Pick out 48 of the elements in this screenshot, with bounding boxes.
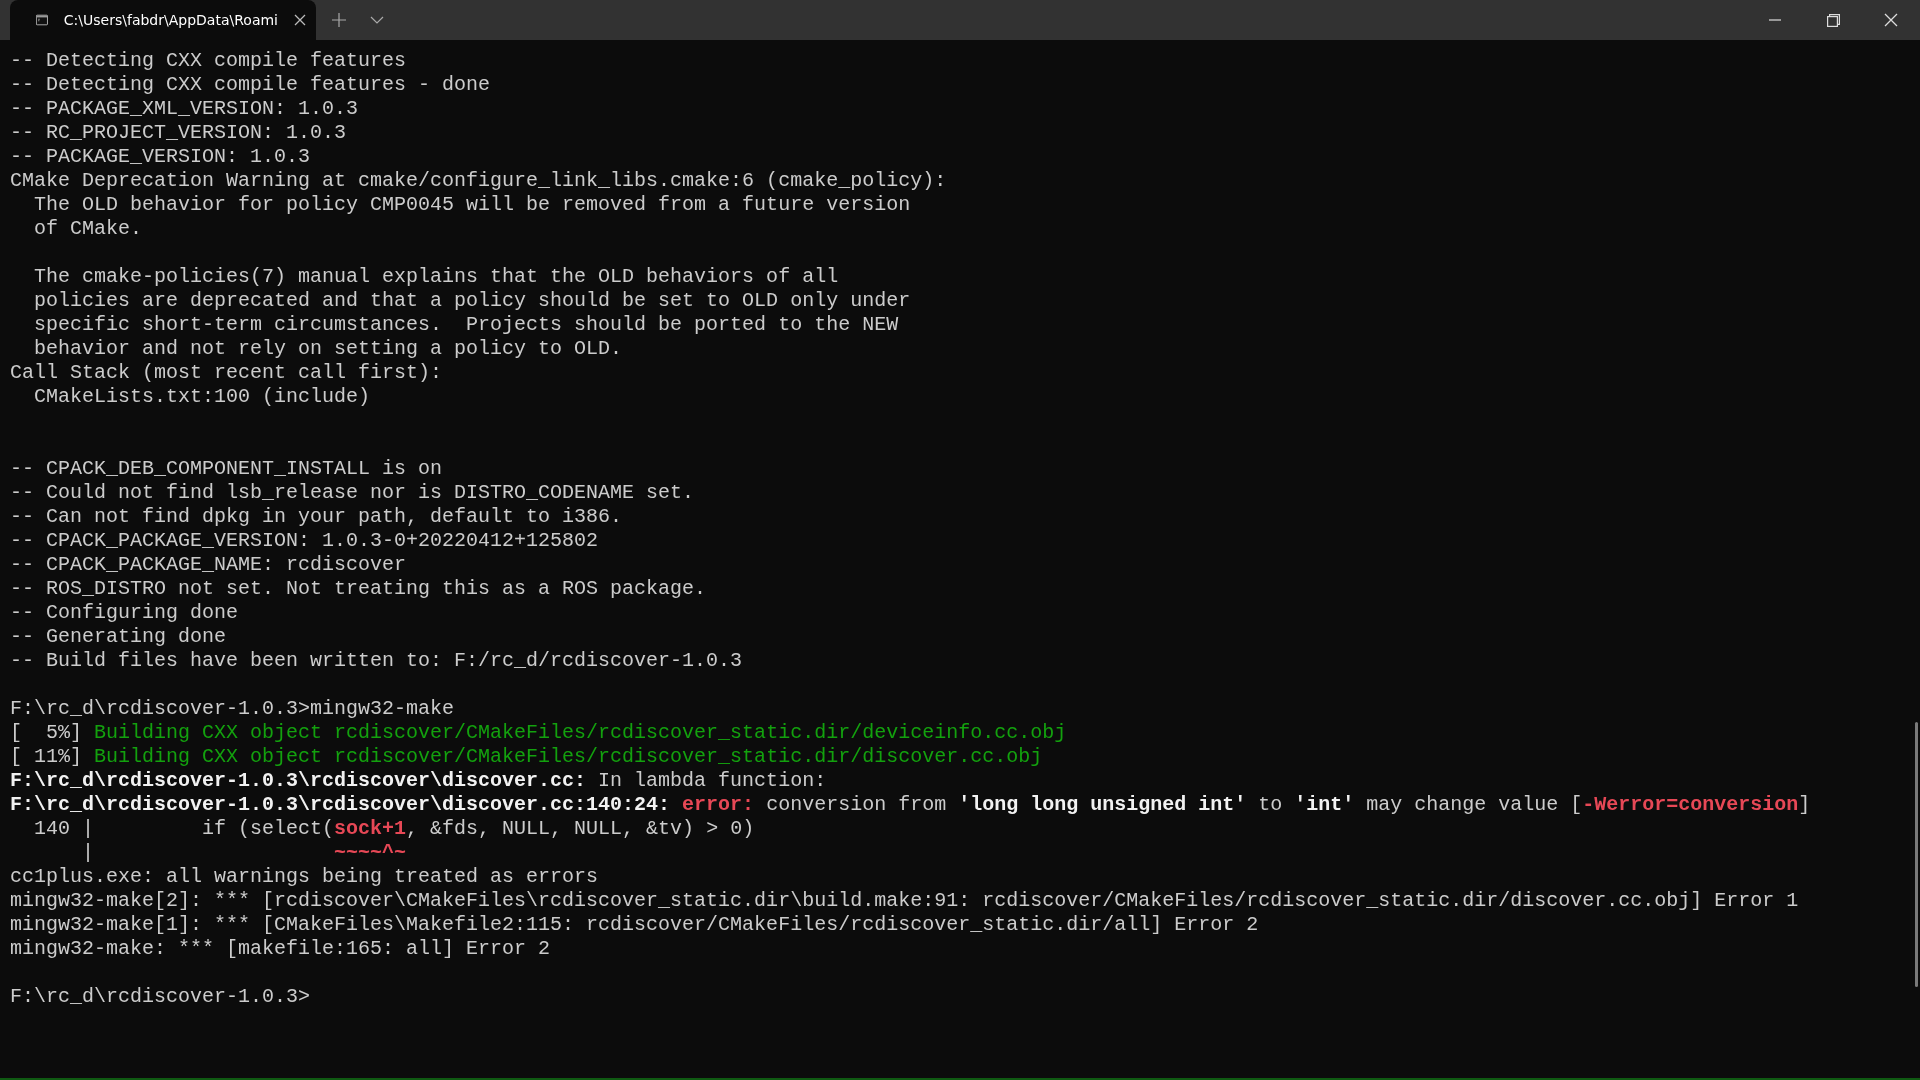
terminal-line: mingw32-make[2]: *** [rcdiscover\CMakeFiles\rcdiscover_static.dir\build.make:91: rcdiscover/CMakeFiles/rcdiscover_static.dir/discover.cc.obj] Error 1 — [10, 889, 1799, 913]
terminal-line: cc1plus.exe: all warnings being treated as errors — [10, 865, 599, 889]
terminal-line: F:\rc_d\rcdiscover-1.0.3\rcdiscover\discover.cc: In lambda function: — [10, 769, 827, 793]
terminal-line: -- ROS_DISTRO not set. Not treating this as a ROS package. — [10, 577, 707, 601]
terminal-line: -- Can not find dpkg in your path, default to i386. — [10, 505, 623, 529]
terminal-line: -- CPACK_PACKAGE_NAME: rcdiscover — [10, 553, 407, 577]
terminal-line: -- Detecting CXX compile features — [10, 49, 407, 73]
terminal-tab[interactable]: C:\Users\fabdr\AppData\Roami — [10, 0, 316, 40]
terminal-line: mingw32-make: *** [makefile:165: all] Error 2 — [10, 937, 551, 961]
terminal-line: -- Detecting CXX compile features - done — [10, 73, 491, 97]
plus-icon — [332, 13, 346, 27]
terminal-line: -- CPACK_DEB_COMPONENT_INSTALL is on — [10, 457, 443, 481]
terminal-line: -- Generating done — [10, 625, 227, 649]
terminal-line: CMakeLists.txt:100 (include) — [33, 385, 371, 409]
terminal-line: -- Build files have been written to: F:/rc_d/rcdiscover-1.0.3 — [10, 649, 743, 673]
tab-title: C:\Users\fabdr\AppData\Roami — [63, 10, 278, 30]
terminal-line: -- Could not find lsb_release nor is DISTRO_CODENAME set. — [10, 481, 695, 505]
terminal-line: F:\rc_d\rcdiscover-1.0.3\rcdiscover\discover.cc:140:24: error: conversion from 'long long unsigned int' to 'int' may change value [-Werror=conversion] — [10, 793, 1811, 817]
terminal-line: [ 5%] Building CXX object rcdiscover/CMakeFiles/rcdiscover_static.dir/deviceinfo.cc.obj — [10, 721, 1067, 745]
terminal-line: The OLD behavior for policy CMP0045 will be removed from a future version — [33, 193, 911, 217]
restore-icon — [1826, 13, 1840, 27]
terminal-line: specific short-term circumstances. Projects should be ported to the NEW — [33, 313, 899, 337]
close-icon — [1884, 13, 1898, 27]
close-icon — [294, 14, 306, 26]
close-tab-button[interactable] — [294, 14, 306, 26]
terminal-line: [ 11%] Building CXX object rcdiscover/CMakeFiles/rcdiscover_static.dir/discover.cc.obj — [10, 745, 1043, 769]
terminal-line: -- Configuring done — [10, 601, 239, 625]
new-tab-button[interactable] — [332, 13, 346, 27]
terminal-line: The cmake-policies(7) manual explains that the OLD behaviors of all — [33, 265, 839, 289]
terminal-icon — [36, 13, 48, 27]
terminal-line: behavior and not rely on setting a policy to OLD. — [33, 337, 623, 361]
terminal-line: policies are deprecated and that a policy should be set to OLD only under — [33, 289, 911, 313]
terminal-line: mingw32-make[1]: *** [CMakeFiles\Makefile2:115: rcdiscover/CMakeFiles/rcdiscover_static.dir/all] Error 2 — [10, 913, 1259, 937]
chevron-down-icon — [370, 16, 384, 24]
terminal-line: F:\rc_d\rcdiscover-1.0.3> — [10, 985, 311, 1009]
dropdown-button[interactable] — [370, 16, 384, 24]
scrollbar-thumb[interactable] — [1915, 722, 1918, 987]
terminal-line: | ~~~~^~ — [81, 841, 407, 865]
terminal-line: -- RC_PROJECT_VERSION: 1.0.3 — [10, 121, 347, 145]
terminal-line: -- PACKAGE_XML_VERSION: 1.0.3 — [10, 97, 359, 121]
terminal-line: F:\rc_d\rcdiscover-1.0.3>mingw32-make — [10, 697, 455, 721]
terminal-line: of CMake. — [33, 217, 143, 241]
terminal-line: -- CPACK_PACKAGE_VERSION: 1.0.3-0+20220412+125802 — [10, 529, 599, 553]
terminal-line: Call Stack (most recent call first): — [10, 361, 443, 385]
minimize-icon — [1769, 19, 1781, 21]
terminal-line: 140 | if (select(sock+1, &fds, NULL, NULL, &tv) > 0) — [33, 817, 755, 841]
terminal-line: -- PACKAGE_VERSION: 1.0.3 — [10, 145, 311, 169]
terminal-line: CMake Deprecation Warning at cmake/configure_link_libs.cmake:6 (cmake_policy): — [10, 169, 947, 193]
